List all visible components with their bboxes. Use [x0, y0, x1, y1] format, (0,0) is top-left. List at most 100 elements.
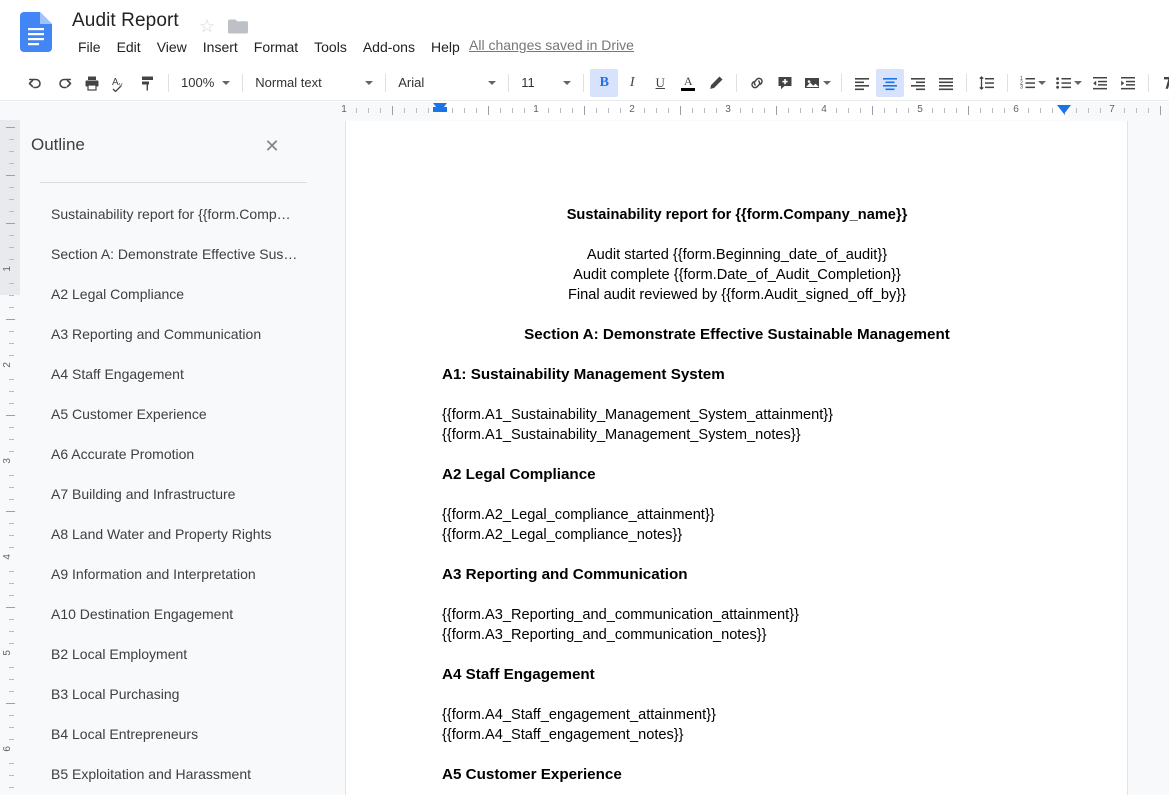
ruler-number: 3: [2, 458, 13, 464]
outline-item[interactable]: A7 Building and Infrastructure: [20, 474, 345, 514]
ruler-tick: [560, 108, 561, 113]
ruler-tick: [596, 108, 597, 113]
ruler-tick: [956, 108, 957, 113]
ruler-tick: [476, 108, 477, 113]
ruler-tick: [6, 127, 15, 128]
ruler-tick: [524, 108, 525, 113]
left-indent-marker[interactable]: [433, 103, 447, 112]
outline-item[interactable]: A5 Customer Experience: [20, 394, 345, 434]
outline-item[interactable]: A2 Legal Compliance: [20, 274, 345, 314]
document-title[interactable]: Audit Report: [72, 10, 179, 32]
menu-item-tools[interactable]: Tools: [306, 36, 355, 58]
redo-icon[interactable]: [50, 69, 78, 97]
ruler-tick: [656, 108, 657, 113]
ruler-tick: [764, 108, 765, 113]
decrease-indent-icon[interactable]: [1086, 69, 1114, 97]
ruler-tick: [644, 108, 645, 113]
ruler-tick: [9, 283, 14, 284]
document-body[interactable]: Sustainability report for {{form.Company…: [442, 205, 1032, 785]
ruler-tick: [9, 187, 14, 188]
increase-indent-icon[interactable]: [1114, 69, 1142, 97]
numbered-list-icon[interactable]: 123: [1014, 69, 1050, 97]
paint-format-icon[interactable]: [134, 69, 162, 97]
document-page[interactable]: Sustainability report for {{form.Company…: [345, 121, 1128, 795]
highlight-pen-icon[interactable]: [702, 69, 730, 97]
font-size-dropdown[interactable]: 11: [515, 70, 577, 96]
ruler-tick: [896, 108, 897, 113]
ruler-tick: [6, 703, 15, 704]
line-spacing-icon[interactable]: [973, 69, 1001, 97]
outline-item[interactable]: B2 Local Employment: [20, 634, 345, 674]
ruler-tick: [608, 108, 609, 113]
doc-meta-line-3: Final audit reviewed by {{form.Audit_sig…: [567, 287, 907, 303]
align-right-icon[interactable]: [904, 69, 932, 97]
ruler-number: 7: [1109, 104, 1115, 115]
menu-item-file[interactable]: File: [70, 36, 109, 58]
menu-item-format[interactable]: Format: [246, 36, 306, 58]
menu-bar: File Edit View Insert Format Tools Add-o…: [70, 36, 468, 58]
ruler-tick: [9, 775, 14, 776]
ruler-tick: [800, 108, 801, 113]
horizontal-ruler[interactable]: 1 1 2 3 4 5 6 7: [0, 102, 1169, 120]
right-indent-marker[interactable]: [1057, 105, 1071, 114]
ruler-tick: [9, 727, 14, 728]
paragraph-style-dropdown[interactable]: Normal text: [249, 70, 379, 96]
menu-item-help[interactable]: Help: [423, 36, 468, 58]
ruler-tick: [620, 108, 621, 113]
font-size-value: 11: [521, 75, 535, 90]
align-justify-icon[interactable]: [932, 69, 960, 97]
vertical-ruler[interactable]: 1 2 3 4 5 6: [0, 120, 20, 795]
undo-icon[interactable]: [22, 69, 50, 97]
outline-item[interactable]: A8 Land Water and Property Rights: [20, 514, 345, 554]
underline-button[interactable]: U: [646, 69, 674, 97]
menu-item-addons[interactable]: Add-ons: [355, 36, 423, 58]
outline-item[interactable]: A4 Staff Engagement: [20, 354, 345, 394]
text-color-button[interactable]: A: [674, 69, 702, 97]
outline-item[interactable]: Sustainability report for {{form.Comp…: [20, 194, 345, 234]
ruler-tick: [9, 403, 14, 404]
ruler-tick: [860, 108, 861, 113]
align-center-icon[interactable]: [876, 68, 905, 97]
outline-item[interactable]: B5 Exploitation and Harassment: [20, 754, 345, 794]
clear-formatting-icon[interactable]: [1155, 69, 1169, 97]
a2-heading: A2 Legal Compliance: [442, 466, 596, 483]
ruler-tick: [1004, 108, 1005, 113]
outline-item[interactable]: Section A: Demonstrate Effective Sus…: [20, 234, 345, 274]
print-icon[interactable]: [78, 69, 106, 97]
add-comment-icon[interactable]: [771, 69, 799, 97]
zoom-dropdown[interactable]: 100%: [175, 70, 236, 96]
outline-item[interactable]: B3 Local Purchasing: [20, 674, 345, 714]
outline-item[interactable]: A6 Accurate Promotion: [20, 434, 345, 474]
italic-label: I: [629, 74, 635, 90]
bulleted-list-icon[interactable]: [1050, 69, 1086, 97]
menu-item-view[interactable]: View: [149, 36, 195, 58]
italic-button[interactable]: I: [618, 69, 646, 97]
outline-item[interactable]: A10 Destination Engagement: [20, 594, 345, 634]
align-left-icon[interactable]: [848, 69, 876, 97]
insert-image-icon[interactable]: [799, 69, 835, 97]
ruler-tick: [6, 415, 15, 416]
font-family-dropdown[interactable]: Arial: [392, 70, 502, 96]
ruler-tick: [704, 108, 705, 113]
save-status-label[interactable]: All changes saved in Drive: [469, 37, 634, 53]
outline-item[interactable]: B4 Local Entrepreneurs: [20, 714, 345, 754]
ruler-tick: [9, 235, 14, 236]
spellcheck-icon[interactable]: Av: [106, 69, 134, 97]
outline-item[interactable]: A9 Information and Interpretation: [20, 554, 345, 594]
insert-link-icon[interactable]: [743, 69, 771, 97]
star-icon[interactable]: ☆: [198, 17, 216, 35]
close-icon[interactable]: ✕: [260, 134, 284, 158]
bold-button[interactable]: B: [590, 68, 619, 97]
doc-title-heading: Sustainability report for {{form.Company…: [566, 207, 908, 223]
menu-item-edit[interactable]: Edit: [109, 36, 149, 58]
ruler-tick: [9, 535, 14, 536]
folder-icon[interactable]: [228, 19, 248, 34]
ruler-tick: [1088, 108, 1089, 113]
menu-item-insert[interactable]: Insert: [195, 36, 246, 58]
document-canvas[interactable]: Sustainability report for {{form.Company…: [345, 120, 1169, 795]
google-docs-icon: [20, 12, 52, 52]
ruler-tick: [692, 108, 693, 113]
outline-item[interactable]: A3 Reporting and Communication: [20, 314, 345, 354]
